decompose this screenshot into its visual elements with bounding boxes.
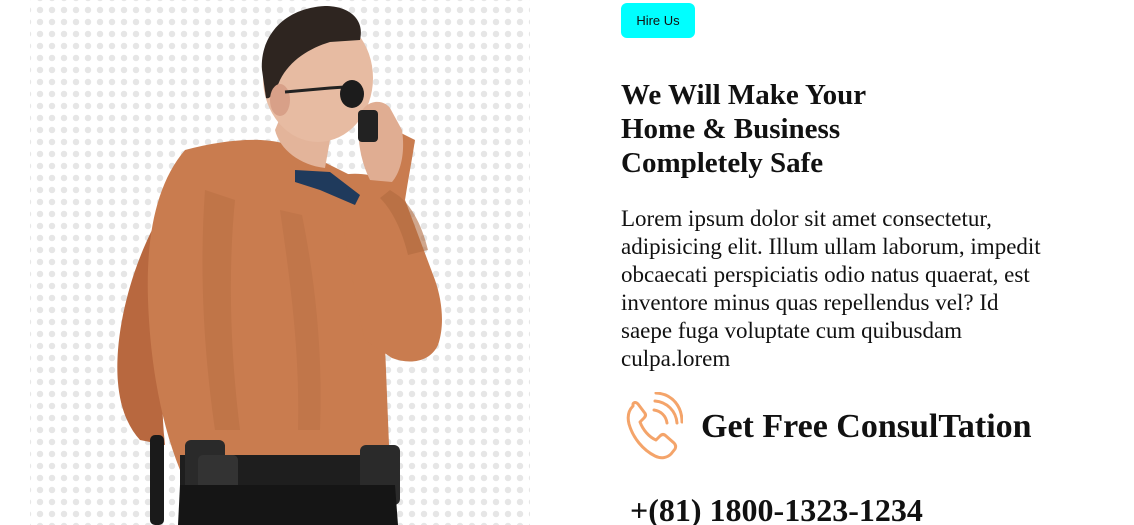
consultation-block[interactable]: Get Free ConsulTation <box>621 392 1032 462</box>
consultation-label[interactable]: Get Free ConsulTation <box>701 407 1032 447</box>
hire-us-button[interactable]: Hire Us <box>621 3 695 38</box>
phone-call-icon <box>626 392 683 460</box>
hero-image-area <box>30 0 530 525</box>
security-guard-image <box>117 6 442 525</box>
hero-section: Hire Us We Will Make Your Home & Busines… <box>0 0 1134 525</box>
hero-headline: We Will Make Your Home & Business Comple… <box>621 79 866 179</box>
phone-number[interactable]: +(81) 1800-1323-1234 <box>630 490 923 525</box>
hero-description: Lorem ipsum dolor sit amet consectetur, … <box>621 206 1041 371</box>
